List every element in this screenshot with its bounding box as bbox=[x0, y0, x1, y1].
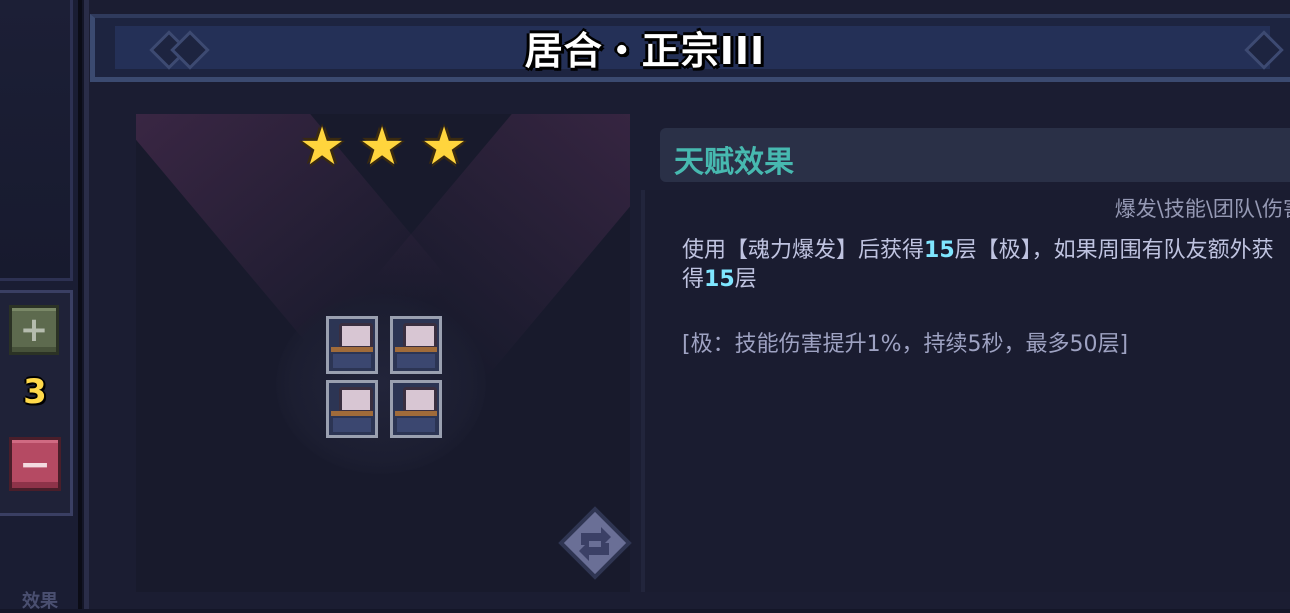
star-icon: ★ bbox=[420, 117, 468, 177]
character-sprite bbox=[326, 316, 378, 374]
increase-button[interactable]: + bbox=[9, 305, 59, 355]
count-value: 3 bbox=[23, 372, 47, 412]
desc-number: 15 bbox=[704, 267, 735, 292]
swap-arrows-icon[interactable] bbox=[555, 503, 635, 583]
talent-header-title: 天赋效果 bbox=[674, 145, 794, 180]
minus-icon: − bbox=[19, 442, 51, 486]
talent-description: 使用【魂力爆发】后获得15层【极】，如果周围有队友额外获得15层 bbox=[682, 236, 1282, 294]
spotlight-floor bbox=[276, 294, 486, 474]
talent-buff-note: [极：技能伤害提升1%，持续5秒，最多50层] bbox=[682, 332, 1129, 357]
plus-icon: + bbox=[19, 310, 49, 350]
desc-number: 15 bbox=[924, 238, 955, 263]
decrease-button[interactable]: − bbox=[9, 437, 61, 491]
character-sprite bbox=[390, 380, 442, 438]
desc-text: 使用【魂力爆发】后获得 bbox=[682, 238, 925, 263]
star-icon: ★ bbox=[298, 117, 346, 177]
star-icon: ★ bbox=[358, 117, 406, 177]
desc-text: 层 bbox=[734, 267, 757, 292]
left-caption: 效果 bbox=[22, 591, 58, 612]
talent-tags: 爆发\技能\团队\伤害 bbox=[1114, 197, 1290, 221]
character-sprite bbox=[390, 316, 442, 374]
character-sprite bbox=[326, 380, 378, 438]
item-title: 居合・正宗III bbox=[524, 29, 766, 73]
